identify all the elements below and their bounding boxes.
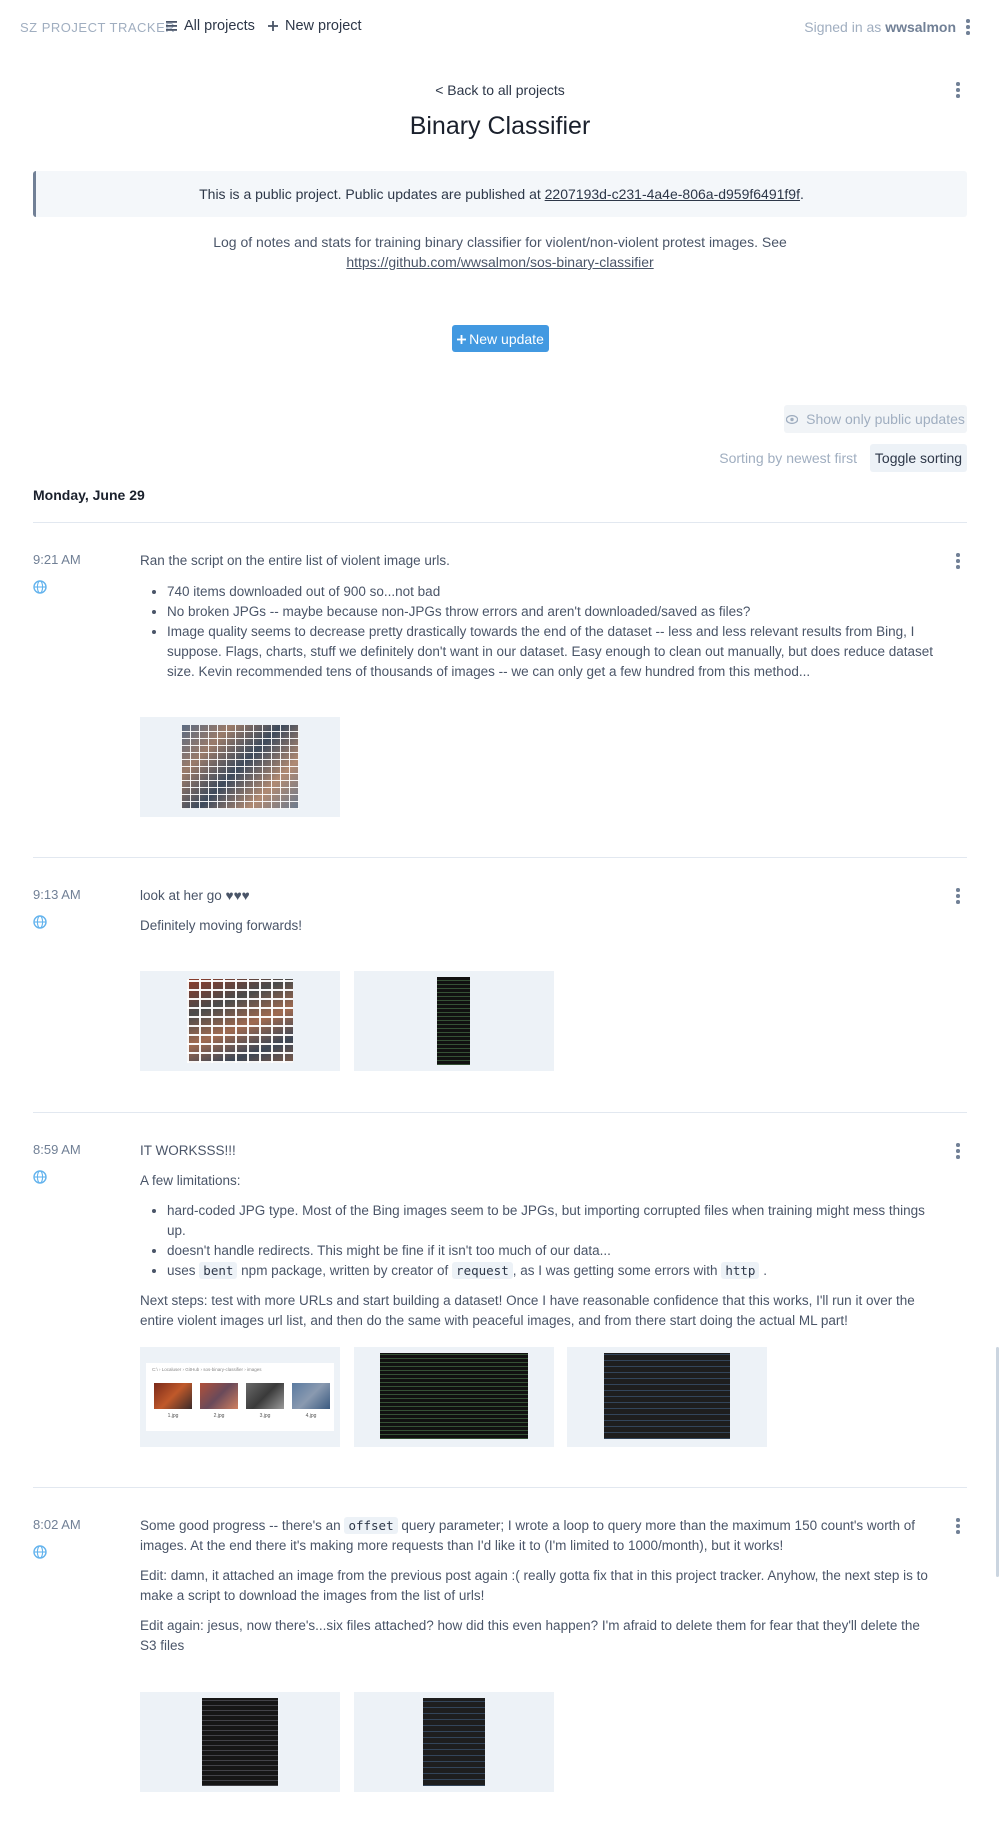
top-nav: SZ PROJECT TRACKER All projects New proj…	[0, 0, 1000, 56]
file-caption: 2.jpg	[213, 1413, 225, 1419]
list-item: Image quality seems to decrease pretty d…	[167, 622, 940, 682]
update-body: Ran the script on the entire list of vio…	[140, 551, 940, 682]
list-item: uses bent npm package, written by creato…	[167, 1261, 940, 1281]
inline-code: offset	[344, 1517, 398, 1534]
list-item-text: uses	[167, 1263, 196, 1278]
divider	[33, 1112, 967, 1113]
code-editor-screenshot	[604, 1353, 730, 1439]
page-title: Binary Classifier	[409, 112, 591, 140]
image-grid-screenshot	[181, 725, 299, 809]
divider	[33, 857, 967, 858]
update-text: Some good progress -- there's an offset …	[140, 1516, 940, 1556]
terminal-screenshot	[437, 977, 470, 1065]
image-thumbnail[interactable]: C:\ › Localuser › GitHub › sos-binary-cl…	[140, 1347, 340, 1447]
update-bullet-list: hard-coded JPG type. Most of the Bing im…	[140, 1201, 940, 1281]
update-body: look at her go ♥♥♥ Definitely moving for…	[140, 886, 940, 936]
globe-icon	[33, 580, 47, 594]
nav-all-projects-label: All projects	[184, 18, 255, 34]
date-heading: Monday, June 29	[33, 487, 145, 503]
globe-icon	[33, 915, 47, 929]
public-notice-suffix: .	[799, 186, 804, 202]
folder-screenshot: C:\ › Localuser › GitHub › sos-binary-cl…	[146, 1363, 334, 1431]
update-kebab-menu-icon[interactable]	[954, 1518, 962, 1534]
list-item-text: npm package, written by creator of	[241, 1263, 449, 1278]
inline-code: request	[452, 1262, 513, 1279]
update-time: 9:21 AM	[33, 552, 81, 567]
nav-all-projects[interactable]: All projects	[166, 18, 255, 34]
signed-in-prefix: Signed in as	[804, 19, 882, 35]
image-thumbnail[interactable]	[567, 1347, 767, 1447]
new-update-label: New update	[469, 330, 544, 347]
update-time: 8:02 AM	[33, 1517, 81, 1532]
public-updates-link[interactable]: 2207193d-c231-4a4e-806a-d959f6491f9f	[545, 186, 800, 202]
list-item: 740 items downloaded out of 900 so...not…	[167, 582, 940, 602]
update-title: IT WORKSSS!!!	[140, 1143, 236, 1158]
image-thumbnail[interactable]	[140, 971, 340, 1071]
page-scrollbar[interactable]	[996, 1347, 999, 1577]
file-caption: 3.jpg	[259, 1413, 271, 1419]
image-thumbnail[interactable]	[354, 1692, 554, 1792]
update-time: 8:59 AM	[33, 1142, 81, 1157]
image-thumbnail[interactable]	[140, 717, 340, 817]
update-text: A few limitations:	[140, 1173, 241, 1188]
file-caption: 4.jpg	[305, 1413, 317, 1419]
update-bullet-list: 740 items downloaded out of 900 so...not…	[140, 582, 940, 682]
sort-status: Sorting by newest first	[719, 450, 857, 466]
update-text: Next steps: test with more URLs and star…	[140, 1293, 915, 1328]
divider	[33, 1487, 967, 1488]
public-project-banner: This is a public project. Public updates…	[33, 171, 967, 217]
update-text: Edit: damn, it attached an image from th…	[140, 1568, 928, 1603]
update-text-part: Some good progress -- there's an	[140, 1518, 341, 1533]
toggle-sorting-button[interactable]: Toggle sorting	[870, 444, 967, 472]
list-item: doesn't handle redirects. This might be …	[167, 1241, 940, 1261]
list-item: hard-coded JPG type. Most of the Bing im…	[167, 1201, 940, 1241]
project-kebab-menu-icon[interactable]	[954, 82, 962, 98]
inline-code: http	[721, 1262, 760, 1279]
update-text: Edit again: jesus, now there's...six fil…	[140, 1618, 920, 1653]
globe-icon	[33, 1545, 47, 1559]
update-title: look at her go ♥♥♥	[140, 888, 250, 903]
update-kebab-menu-icon[interactable]	[954, 1143, 962, 1159]
image-thumbnail[interactable]	[140, 1692, 340, 1792]
github-repo-link[interactable]: https://github.com/wwsalmon/sos-binary-c…	[120, 252, 880, 272]
image-grid-screenshot	[187, 979, 293, 1063]
brand-logo[interactable]: SZ PROJECT TRACKER	[20, 20, 175, 35]
update-body: IT WORKSSS!!! A few limitations: hard-co…	[140, 1141, 940, 1331]
update-text: Ran the script on the entire list of vio…	[140, 553, 450, 568]
list-item: No broken JPGs -- maybe because non-JPGs…	[167, 602, 940, 622]
back-to-all-projects-link[interactable]: < Back to all projects	[0, 82, 1000, 98]
nav-new-project[interactable]: New project	[268, 18, 362, 34]
update-text: Definitely moving forwards!	[140, 918, 303, 933]
update-kebab-menu-icon[interactable]	[954, 553, 962, 569]
username: wwsalmon	[885, 19, 956, 35]
terminal-screenshot	[202, 1698, 278, 1786]
globe-icon	[33, 1170, 47, 1184]
update-time: 9:13 AM	[33, 887, 81, 902]
plus-icon	[457, 331, 467, 347]
eye-icon	[785, 411, 799, 427]
inline-code: bent	[199, 1262, 238, 1279]
new-update-button[interactable]: New update	[452, 325, 549, 352]
divider	[33, 522, 967, 523]
list-icon	[166, 18, 177, 34]
list-item-text: .	[763, 1263, 767, 1278]
project-description-text: Log of notes and stats for training bina…	[213, 234, 787, 250]
project-description: Log of notes and stats for training bina…	[120, 232, 880, 272]
folder-breadcrumb: C:\ › Localuser › GitHub › sos-binary-cl…	[152, 1367, 262, 1372]
code-editor-screenshot	[423, 1698, 485, 1786]
public-notice-text: This is a public project. Public updates…	[199, 186, 541, 202]
terminal-screenshot	[380, 1353, 528, 1439]
list-item-text: , as I was getting some errors with	[512, 1263, 718, 1278]
plus-icon	[268, 18, 278, 34]
signed-in-status: Signed in as wwsalmon	[804, 19, 956, 35]
update-kebab-menu-icon[interactable]	[954, 888, 962, 904]
nav-new-project-label: New project	[285, 18, 362, 34]
file-caption: 1.jpg	[167, 1413, 179, 1419]
image-thumbnail[interactable]	[354, 1347, 554, 1447]
show-public-updates-toggle[interactable]: Show only public updates	[784, 405, 967, 433]
user-menu-kebab-icon[interactable]	[964, 19, 972, 35]
update-body: Some good progress -- there's an offset …	[140, 1516, 940, 1656]
image-thumbnail[interactable]	[354, 971, 554, 1071]
show-public-updates-label: Show only public updates	[806, 411, 965, 427]
